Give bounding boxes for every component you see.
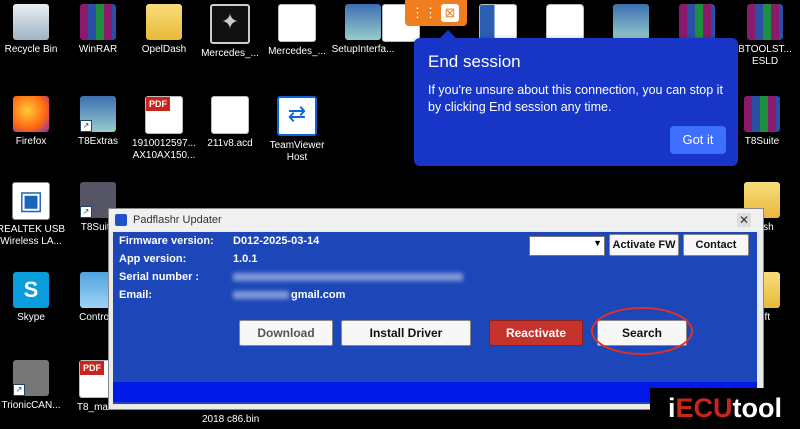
mercedes-1-icon[interactable]: ✦ Mercedes_...	[193, 4, 267, 60]
archive-icon	[80, 4, 116, 40]
firmware-value: D012-2025-03-14	[233, 235, 320, 247]
app-version-value: 1.0.1	[233, 253, 258, 265]
network-adapter-icon	[12, 182, 50, 220]
activate-fw-button[interactable]: Activate FW	[609, 234, 679, 256]
installer-icon: ↗	[80, 96, 116, 132]
firefox-logo-icon	[13, 96, 49, 132]
trash-icon	[13, 4, 49, 40]
mercedes-2-icon[interactable]: Mercedes_...	[260, 4, 334, 58]
chevron-down-icon: ▼	[593, 238, 602, 248]
archive-icon	[747, 4, 783, 40]
window-title: Padflashr Updater	[133, 214, 222, 226]
serial-redacted	[233, 273, 463, 281]
firmware-label: Firmware version:	[119, 235, 214, 247]
app-version-label: App version:	[119, 253, 187, 265]
archive-icon	[679, 4, 715, 40]
recycle-bin-icon[interactable]: Recycle Bin	[0, 4, 68, 56]
file-icon	[278, 4, 316, 42]
email-redacted	[233, 291, 289, 299]
highlight-circle	[591, 307, 693, 355]
contact-button[interactable]: Contact	[683, 234, 749, 256]
device-select[interactable]: ▼	[529, 236, 605, 256]
acd-file-icon[interactable]: 211v8.acd	[193, 96, 267, 150]
pdf-file-icon[interactable]: 1910012597...AX10AX150...	[127, 96, 201, 162]
folder-icon	[146, 4, 182, 40]
firefox-icon[interactable]: Firefox	[0, 96, 68, 148]
skype-icon[interactable]: S Skype	[0, 272, 68, 324]
realtek-icon[interactable]: REALTEK USBWireless LA...	[0, 182, 68, 248]
got-it-button[interactable]: Got it	[670, 126, 726, 154]
mercedes-star-icon: ✦	[210, 4, 250, 44]
app-icon	[115, 214, 127, 226]
file-icon	[211, 96, 249, 134]
archive-icon	[744, 96, 780, 132]
shortcut-arrow-icon: ↗	[13, 384, 25, 396]
app-icon: ↗	[13, 360, 49, 396]
opeldash-icon[interactable]: OpelDash	[127, 4, 201, 56]
shortcut-arrow-icon: ↗	[80, 206, 92, 218]
app-logo-icon	[546, 4, 584, 42]
install-driver-button[interactable]: Install Driver	[341, 320, 471, 346]
installer-icon	[613, 4, 649, 40]
email-value: gmail.com	[291, 289, 346, 301]
window-titlebar[interactable]: Padflashr Updater ✕	[109, 209, 763, 231]
btoolst-icon[interactable]: BTOOLST... ESLD	[728, 4, 800, 68]
drag-handle-icon[interactable]: ⋮⋮	[411, 4, 437, 22]
email-label: Email:	[119, 289, 153, 301]
end-session-popup: End session If you're unsure about this …	[414, 30, 738, 166]
popup-title: End session	[428, 52, 521, 71]
trioniccan-icon[interactable]: ↗ TrionicCAN...	[0, 360, 68, 412]
download-button[interactable]: Download	[239, 320, 333, 346]
close-icon[interactable]: ✕	[737, 213, 751, 227]
reactivate-button[interactable]: Reactivate	[489, 320, 583, 346]
shortcut-arrow-icon: ↗	[80, 120, 92, 132]
watermark-logo: iECUtool	[650, 388, 800, 429]
winrar-icon[interactable]: WinRAR	[61, 4, 135, 56]
t8extras-icon[interactable]: ↗ T8Extras	[61, 96, 135, 148]
session-toolbar: ⋮⋮ ⊠	[405, 0, 467, 26]
serial-label: Serial number :	[119, 271, 200, 283]
desktop-file-label: 2018 c86.bin	[202, 414, 260, 425]
word-icon	[479, 4, 517, 42]
teamviewer-logo-icon	[277, 96, 317, 136]
skype-logo-icon: S	[13, 272, 49, 308]
pdf-icon	[145, 96, 183, 134]
popup-message: If you're unsure about this connection, …	[428, 83, 723, 114]
teamviewer-host-icon[interactable]: TeamViewerHost	[260, 96, 334, 164]
end-session-icon[interactable]: ⊠	[441, 4, 459, 22]
